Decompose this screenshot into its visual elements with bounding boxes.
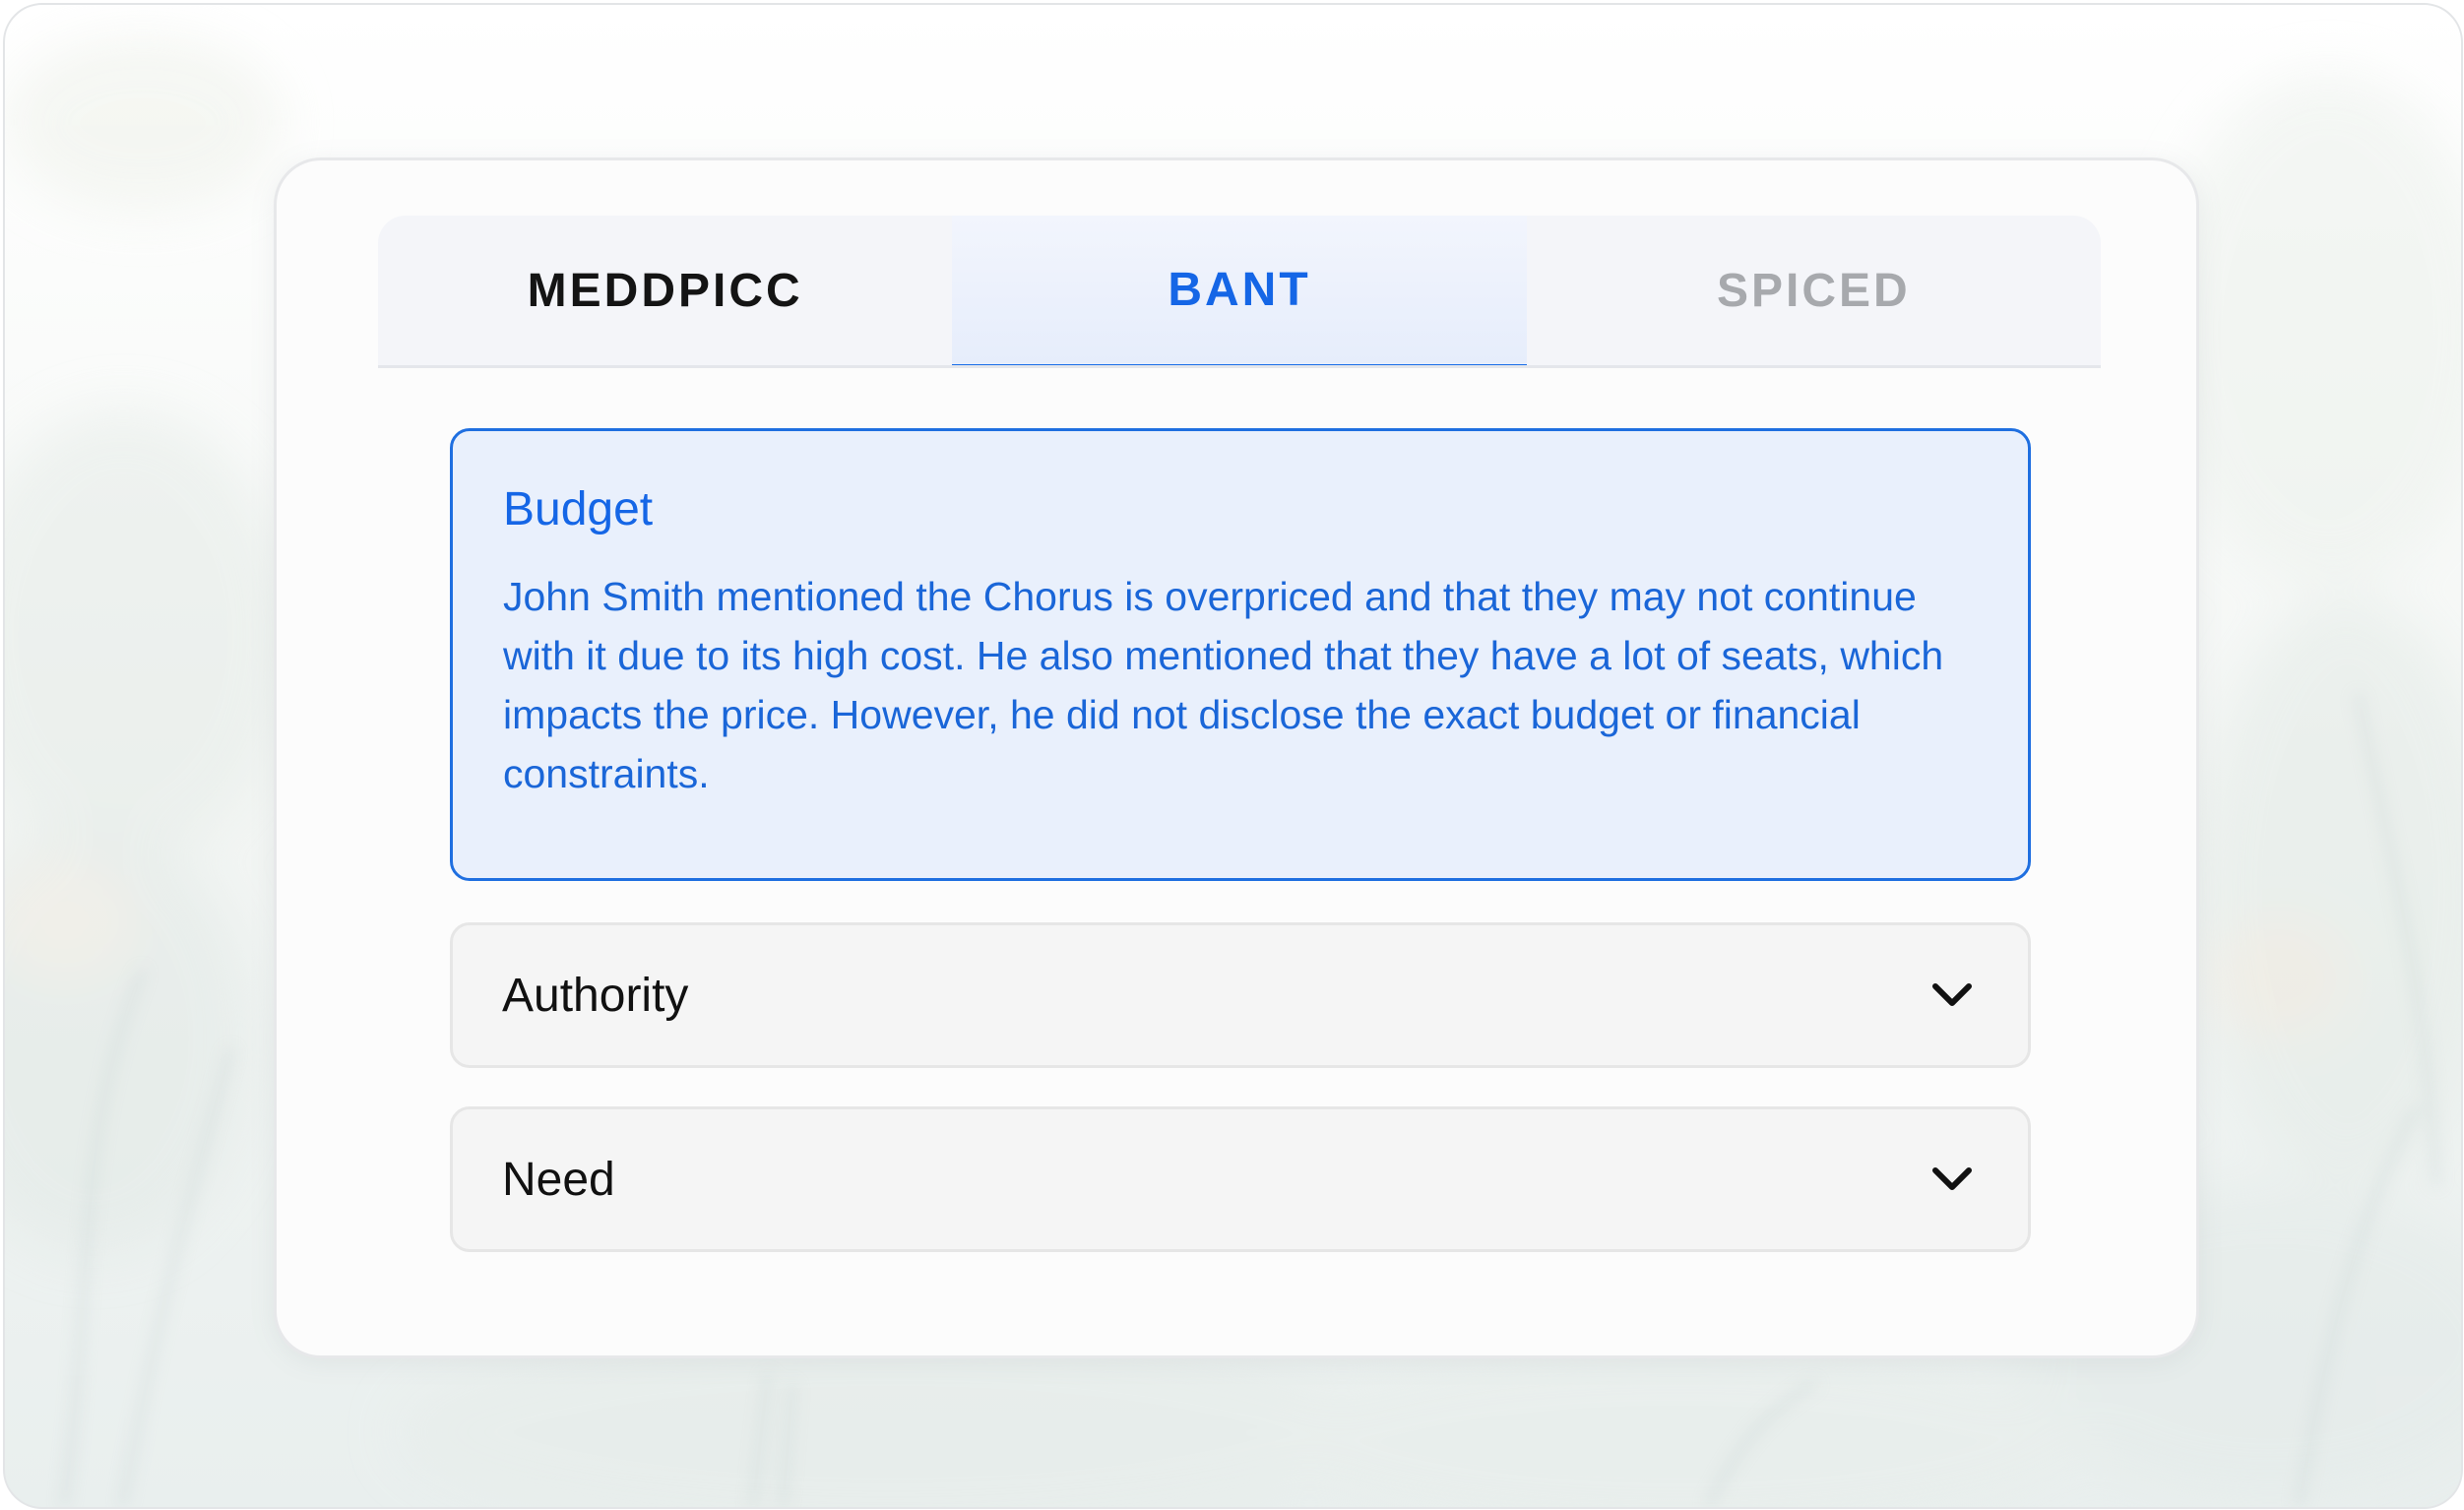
budget-description: John Smith mentioned the Chorus is overp…: [503, 574, 1944, 796]
need-section[interactable]: Need: [450, 1106, 2031, 1252]
tab-bant[interactable]: BANT: [952, 216, 1527, 365]
tab-spiced[interactable]: SPICED: [1527, 216, 2101, 365]
framework-card: MEDDPICC BANT SPICED Budget John Smith m…: [274, 157, 2199, 1358]
chevron-down-icon[interactable]: [1930, 980, 1974, 1010]
screenshot-frame: MEDDPICC BANT SPICED Budget John Smith m…: [3, 3, 2463, 1509]
chevron-down-icon[interactable]: [1930, 1164, 1974, 1194]
authority-title: Authority: [502, 969, 689, 1022]
budget-title: Budget: [503, 483, 654, 535]
budget-section-expanded[interactable]: Budget John Smith mentioned the Chorus i…: [450, 428, 2031, 881]
need-title: Need: [502, 1153, 615, 1206]
authority-section[interactable]: Authority: [450, 922, 2031, 1068]
framework-tabs: MEDDPICC BANT SPICED: [378, 216, 2101, 368]
tab-meddpicc[interactable]: MEDDPICC: [378, 216, 952, 365]
